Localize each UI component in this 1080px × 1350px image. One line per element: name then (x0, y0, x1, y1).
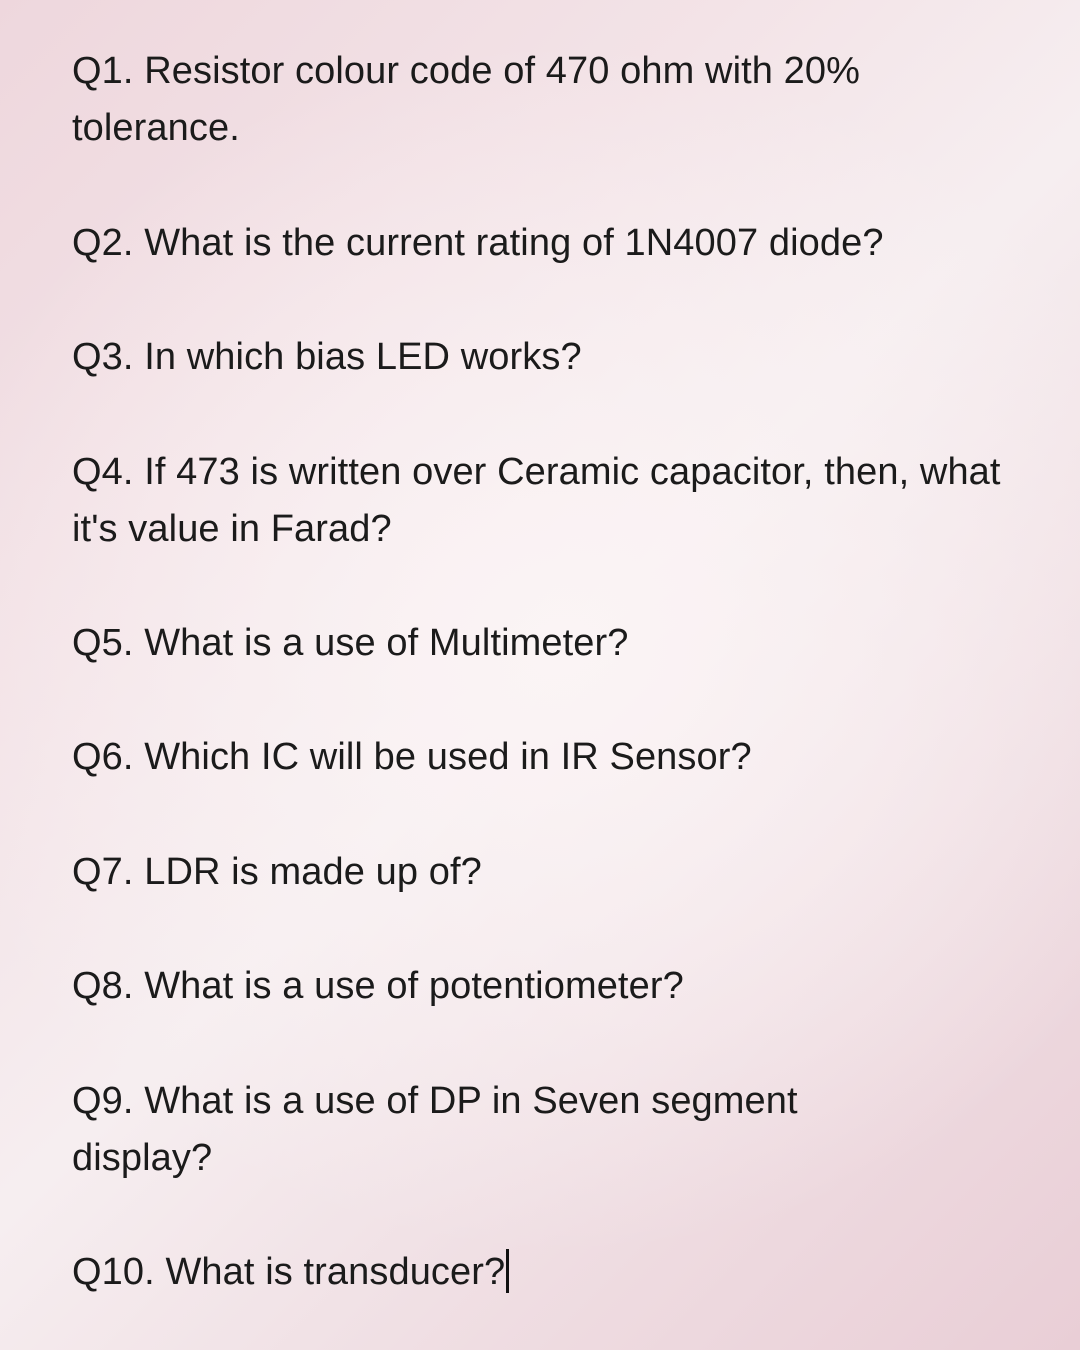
question-2: Q2. What is the current rating of 1N4007… (72, 222, 884, 264)
text-cursor (506, 1249, 510, 1293)
question-4: Q4. If 473 is written over Ceramic capac… (72, 451, 1001, 550)
question-10: Q10. What is transducer? (72, 1251, 506, 1293)
question-6: Q6. Which IC will be used in IR Sensor? (72, 736, 752, 778)
question-8: Q8. What is a use of potentiometer? (72, 965, 684, 1007)
question-1: Q1. Resistor colour code of 470 ohm with… (72, 50, 861, 149)
question-10-line[interactable]: Q10. What is transducer? (72, 1244, 1032, 1301)
question-7: Q7. LDR is made up of? (72, 851, 482, 893)
question-5: Q5. What is a use of Multimeter? (72, 622, 629, 664)
question-3: Q3. In which bias LED works? (72, 336, 582, 378)
question-9: Q9. What is a use of DP in Seven segment… (72, 1080, 798, 1179)
